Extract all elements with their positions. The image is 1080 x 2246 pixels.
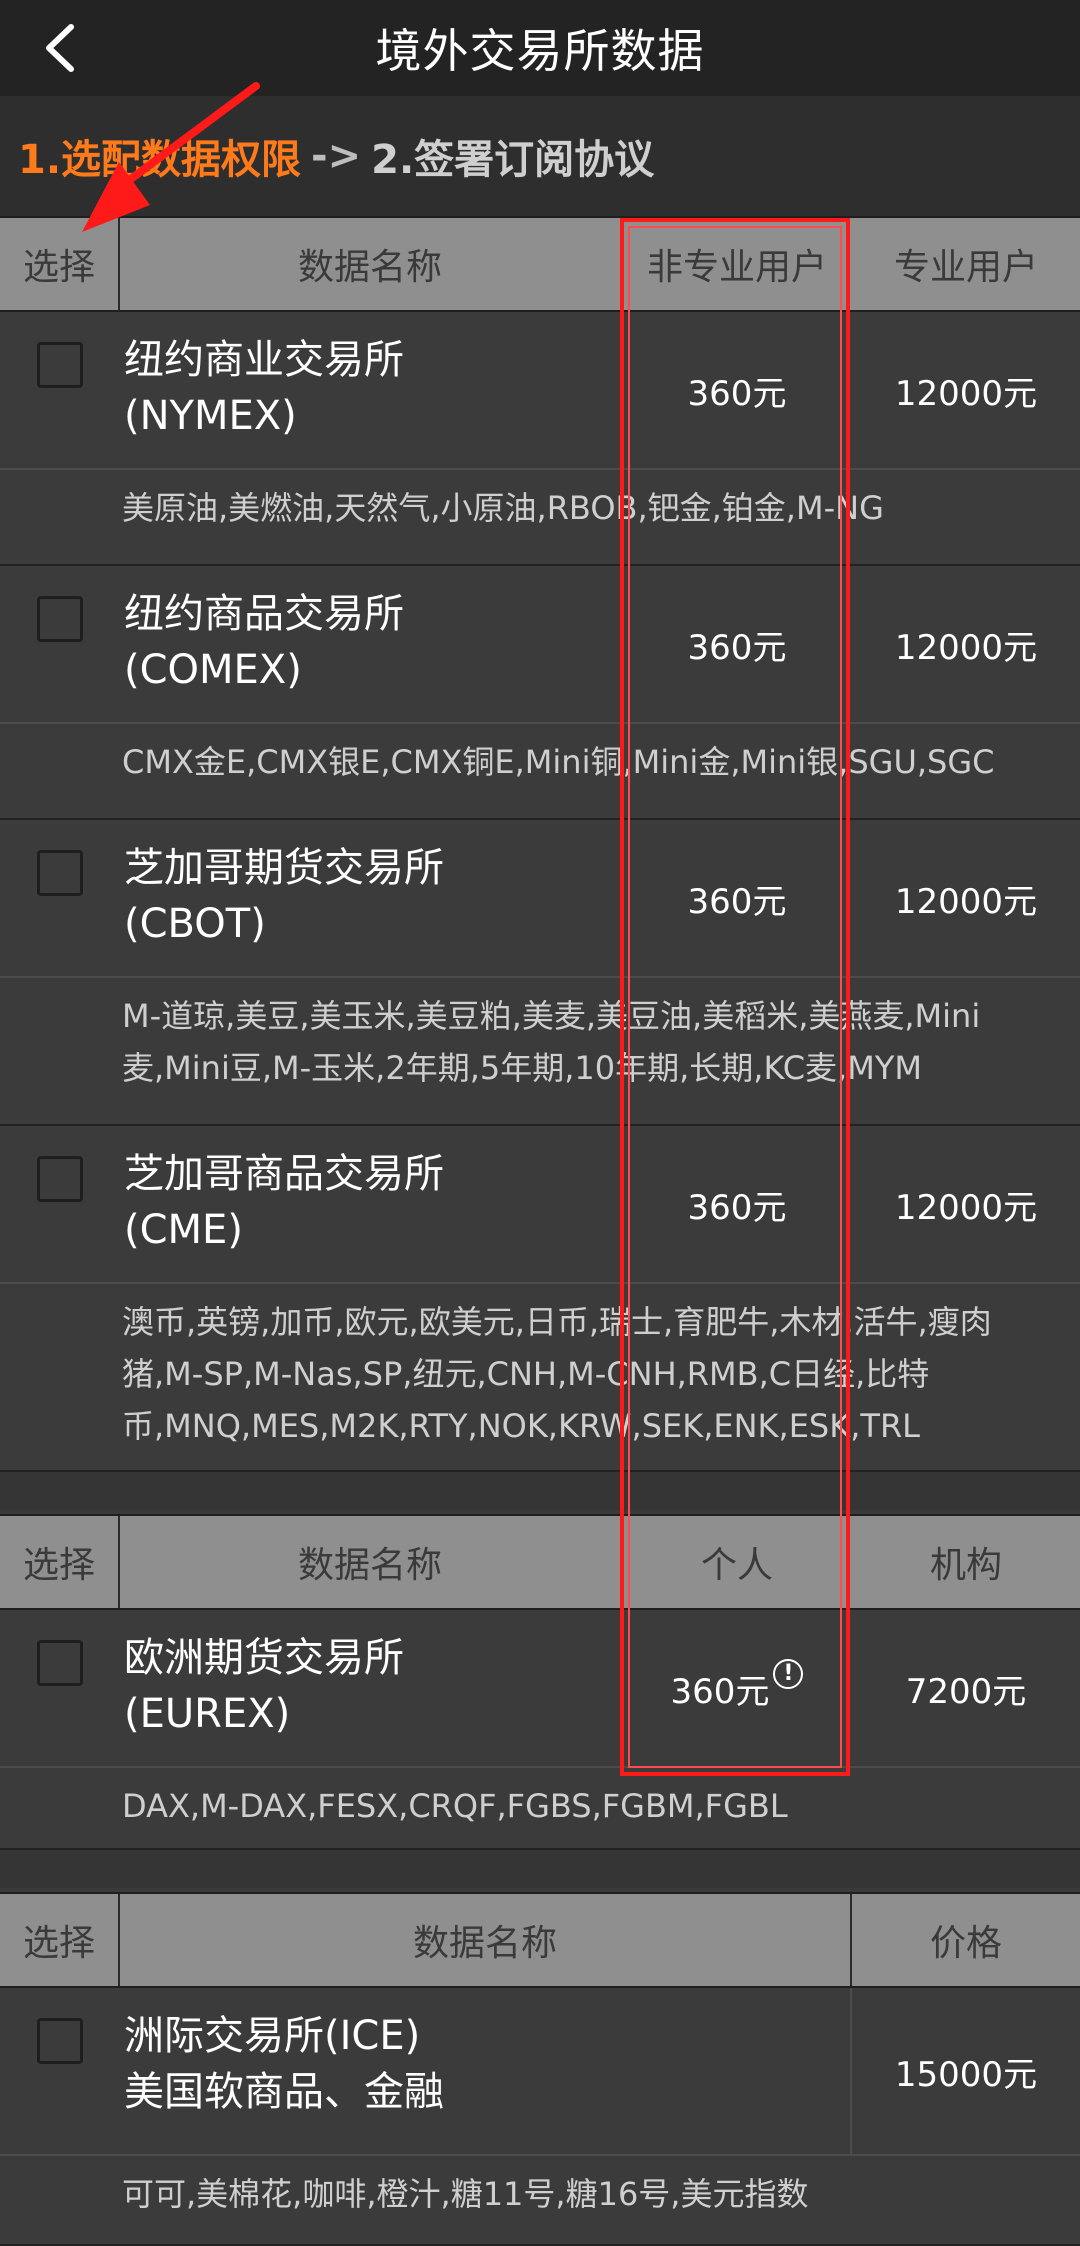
header-name: 数据名称 [120, 218, 622, 310]
contract-list: DAX,M-DAX,FESX,CRQF,FGBS,FGBM,FGBL [0, 1768, 1080, 1850]
ice-checkbox[interactable] [37, 2018, 83, 2064]
pro-price: 12000元 [894, 1187, 1038, 1228]
table-row: 纽约商品交易所 (COMEX) 360元 12000元 CMX金E,CMX银E,… [0, 566, 1080, 820]
info-circle-icon[interactable]: ! [773, 1659, 804, 1689]
pro-price: 12000元 [894, 627, 1038, 668]
comex-checkbox[interactable] [37, 596, 83, 642]
header-pro: 专业用户 [893, 247, 1038, 288]
exchange-name: 洲际交易所(ICE) 美国软商品、金融 [120, 1988, 852, 2154]
section-gap [0, 1472, 1080, 1510]
header-name: 数据名称 [120, 1516, 622, 1608]
cbot-checkbox[interactable] [37, 850, 83, 896]
table-header: 选择 数据名称 非专业用户 专业用户 [0, 216, 1080, 312]
table-row: 芝加哥期货交易所 (CBOT) 360元 12000元 M-道琼,美豆,美玉米,… [0, 820, 1080, 1126]
cme-checkbox[interactable] [37, 1156, 83, 1202]
section-gap [0, 1850, 1080, 1888]
price: 15000元 [894, 2054, 1038, 2095]
non-pro-price: 360元 [687, 627, 787, 668]
contract-list: CMX金E,CMX银E,CMX铜E,Mini铜,Mini金,Mini银,SGU,… [0, 724, 1080, 820]
exchange-name: 芝加哥期货交易所 (CBOT) [124, 845, 444, 947]
table-row: 洲际交易所(ICE) 美国软商品、金融 15000元 可可,美棉花,咖啡,橙汁,… [0, 1988, 1080, 2246]
table-row: 芝加哥商品交易所 (CME) 360元 12000元 澳币,英镑,加币,欧元,欧… [0, 1126, 1080, 1472]
step-2-label[interactable]: 2.签署订阅协议 [371, 127, 654, 185]
table-header: 选择 数据名称 个人 机构 [0, 1514, 1080, 1610]
exchange-name: 欧洲期货交易所 (EUREX) [124, 1635, 404, 1737]
eurex-checkbox[interactable] [37, 1640, 83, 1686]
back-button[interactable] [30, 12, 90, 84]
header-name: 数据名称 [120, 1894, 852, 1986]
exchange-table-1: 选择 数据名称 非专业用户 专业用户 纽约商业交易所 (NYMEX) 360元 … [0, 216, 1080, 1510]
step-arrow: -> [311, 133, 362, 179]
institution-price: 7200元 [905, 1671, 1027, 1712]
header-select: 选择 [0, 1894, 120, 1986]
exchange-table-3: 选择 数据名称 价格 洲际交易所(ICE) 美国软商品、金融 15000元 可可… [0, 1892, 1080, 2246]
table-row: 欧洲期货交易所 (EUREX) 360元 ! 7200元 DAX,M-DAX,F… [0, 1610, 1080, 1850]
non-pro-price: 360元 [687, 881, 787, 922]
header-price: 价格 [929, 1923, 1002, 1964]
pro-price: 12000元 [894, 881, 1038, 922]
header-select: 选择 [0, 218, 120, 310]
nymex-checkbox[interactable] [37, 342, 83, 388]
steps-indicator: 1.选配数据权限 -> 2.签署订阅协议 [0, 96, 1080, 216]
header-non-pro: 非专业用户 [646, 247, 827, 288]
table-header: 选择 数据名称 价格 [0, 1892, 1080, 1988]
chevron-left-icon [46, 24, 74, 72]
contract-list: M-道琼,美豆,美玉米,美豆粕,美麦,美豆油,美稻米,美燕麦,Mini麦,Min… [0, 978, 1080, 1126]
non-pro-price: 360元 [687, 1187, 787, 1228]
exchange-name: 纽约商业交易所 (NYMEX) [124, 337, 404, 439]
header-personal: 个人 [700, 1545, 773, 1586]
table-row: 纽约商业交易所 (NYMEX) 360元 12000元 美原油,美燃油,天然气,… [0, 312, 1080, 566]
top-bar: 境外交易所数据 [0, 0, 1080, 96]
exchange-name: 芝加哥商品交易所 (CME) [124, 1151, 444, 1253]
page-title: 境外交易所数据 [375, 24, 705, 78]
contract-list: 美原油,美燃油,天然气,小原油,RBOB,钯金,铂金,M-NG [0, 470, 1080, 566]
contract-list: 澳币,英镑,加币,欧元,欧美元,日币,瑞士,育肥牛,木材,活牛,瘦肉猪,M-SP… [0, 1284, 1080, 1472]
pro-price: 12000元 [894, 373, 1038, 414]
personal-price: 360元 ! [622, 1610, 852, 1766]
exchange-table-2: 选择 数据名称 个人 机构 欧洲期货交易所 (EUREX) 360元 ! 720… [0, 1514, 1080, 1888]
header-institution: 机构 [929, 1545, 1002, 1586]
non-pro-price: 360元 [687, 373, 787, 414]
header-select: 选择 [0, 1516, 120, 1608]
exchange-name: 纽约商品交易所 (COMEX) [124, 591, 404, 693]
step-1-label[interactable]: 1.选配数据权限 [18, 127, 301, 185]
